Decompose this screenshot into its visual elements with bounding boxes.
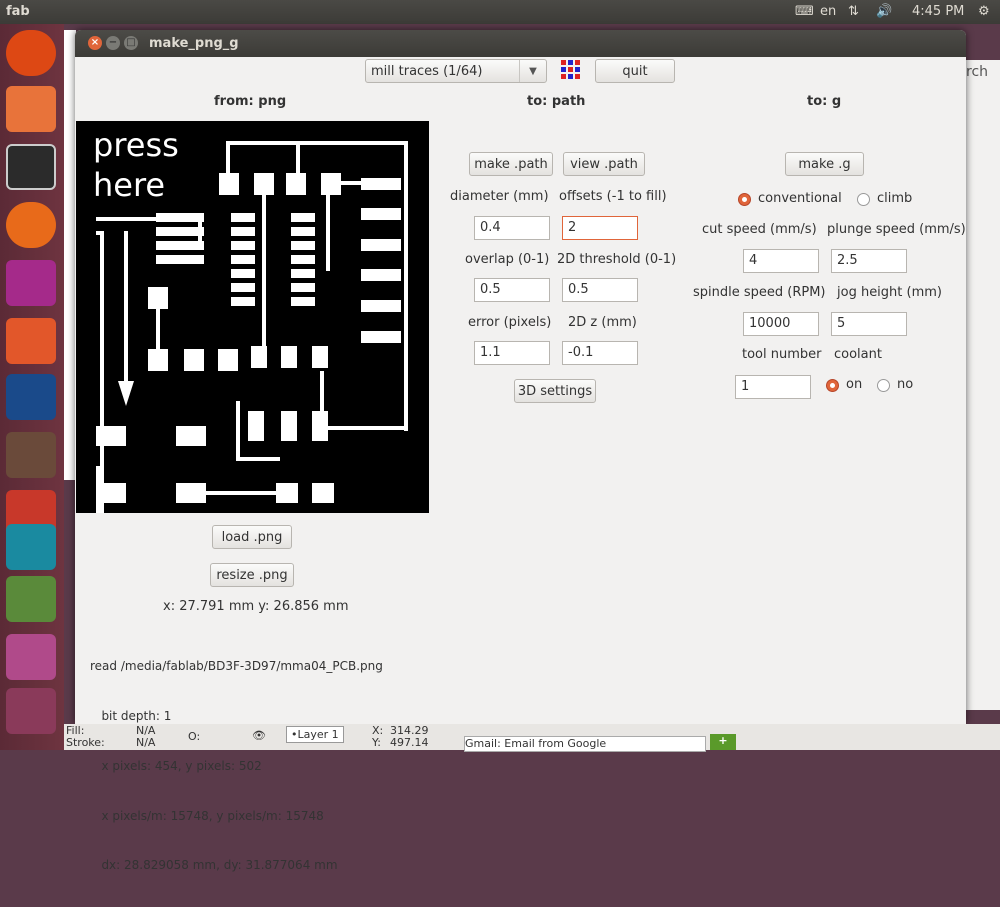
- browser-window-edge: rch: [966, 60, 1000, 710]
- coolant-no-label: no: [897, 377, 914, 392]
- coolant-no-radio[interactable]: [877, 379, 890, 392]
- threshold-field[interactable]: 0.5: [562, 278, 638, 302]
- terminal-icon[interactable]: [6, 144, 56, 190]
- error-label: error (pixels): [468, 315, 552, 330]
- search-fragment: rch: [966, 64, 989, 80]
- z-depth-label: 2D z (mm): [568, 315, 637, 330]
- overlap-label: overlap (0-1): [465, 252, 550, 267]
- conventional-label: conventional: [758, 191, 842, 206]
- launcher: [0, 24, 64, 750]
- image-dimensions: x: 27.791 mm y: 26.856 mm: [163, 599, 349, 614]
- keyboard-icon[interactable]: ⌨: [795, 4, 814, 19]
- diameter-label: diameter (mm): [450, 189, 549, 204]
- process-select-value: mill traces (1/64): [371, 64, 483, 79]
- app-icon[interactable]: [6, 318, 56, 364]
- coolant-on-radio[interactable]: [826, 379, 839, 392]
- info-line: dx: 28.829058 mm, dy: 31.877064 mm: [90, 858, 338, 873]
- title-bar: × − □ make_png_g: [75, 30, 966, 57]
- fab-logo-icon: [559, 58, 583, 82]
- load-png-button[interactable]: load .png: [212, 525, 292, 549]
- volume-icon[interactable]: 🔊: [876, 4, 892, 19]
- visibility-icon[interactable]: 👁: [252, 729, 266, 742]
- gimp-icon[interactable]: [6, 432, 56, 478]
- info-line: bit depth: 1: [90, 708, 172, 723]
- make-png-g-window: × − □ make_png_g mill traces (1/64) ▼ qu…: [75, 30, 966, 872]
- close-icon[interactable]: ×: [88, 36, 102, 50]
- spindle-speed-label: spindle speed (RPM): [693, 285, 826, 300]
- tool-number-field[interactable]: 1: [735, 375, 811, 399]
- plunge-speed-label: plunge speed (mm/s): [827, 222, 966, 237]
- process-select[interactable]: mill traces (1/64) ▼: [365, 59, 547, 83]
- make-path-button[interactable]: make .path: [469, 152, 553, 176]
- tool-number-label: tool number: [742, 347, 822, 362]
- info-line: read /media/fablab/BD3F-3D97/mma04_PCB.p…: [90, 659, 383, 674]
- background-status-strip: Fill: N/A Stroke: N/A O: 👁 •Layer 1 X: 3…: [64, 724, 1000, 752]
- cut-speed-label: cut speed (mm/s): [702, 222, 817, 237]
- offsets-field[interactable]: 2: [562, 216, 638, 240]
- browser-tab-label: Gmail: Email from Google: [465, 737, 607, 750]
- inkscape-icon[interactable]: [6, 374, 56, 420]
- spindle-speed-field[interactable]: 10000: [743, 312, 819, 336]
- new-tab-icon[interactable]: +: [710, 734, 736, 750]
- network-icon[interactable]: ⇅: [848, 4, 859, 19]
- firefox-icon[interactable]: [6, 202, 56, 248]
- climb-label: climb: [877, 191, 913, 206]
- jog-height-label: jog height (mm): [837, 285, 942, 300]
- maximize-icon[interactable]: □: [124, 36, 138, 50]
- 3d-settings-button[interactable]: 3D settings: [514, 379, 596, 403]
- cut-speed-field[interactable]: 4: [743, 249, 819, 273]
- threshold-label: 2D threshold (0-1): [557, 252, 677, 267]
- stroke-value: N/A: [136, 736, 156, 749]
- app-icon-4[interactable]: [6, 634, 56, 680]
- info-line: x pixels: 454, y pixels: 502: [90, 758, 262, 773]
- stroke-label: Stroke:: [66, 736, 105, 749]
- conventional-radio[interactable]: [738, 193, 751, 206]
- window-title: make_png_g: [149, 36, 239, 51]
- coord-y-label: Y:: [372, 736, 381, 749]
- chevron-down-icon[interactable]: ▼: [519, 60, 546, 82]
- resize-png-button[interactable]: resize .png: [210, 563, 294, 587]
- plunge-speed-field[interactable]: 2.5: [831, 249, 907, 273]
- to-g-header: to: g: [807, 94, 842, 109]
- diameter-field[interactable]: 0.4: [474, 216, 550, 240]
- coolant-on-label: on: [846, 377, 863, 392]
- keyboard-layout-indicator[interactable]: en: [820, 4, 836, 19]
- files-icon[interactable]: [6, 86, 56, 132]
- error-field[interactable]: 1.1: [474, 341, 550, 365]
- coord-y: 497.14: [390, 736, 429, 749]
- make-g-button[interactable]: make .g: [785, 152, 864, 176]
- here-text: here: [93, 166, 166, 204]
- from-png-header: from: png: [214, 94, 287, 109]
- ubuntu-dash-icon[interactable]: [6, 30, 56, 76]
- climb-radio[interactable]: [857, 193, 870, 206]
- jog-height-field[interactable]: 5: [831, 312, 907, 336]
- opacity-label: O:: [188, 730, 201, 743]
- app-icon-3[interactable]: [6, 576, 56, 622]
- settings-gear-icon[interactable]: ⚙: [978, 4, 990, 19]
- view-path-button[interactable]: view .path: [563, 152, 645, 176]
- quit-button[interactable]: quit: [595, 59, 675, 83]
- top-panel: fab ⌨ en ⇅ 🔊 4:45 PM ⚙: [0, 0, 1000, 24]
- layer-select[interactable]: •Layer 1: [286, 726, 344, 743]
- active-app-title: fab: [6, 4, 30, 19]
- info-line: x pixels/m: 15748, y pixels/m: 15748: [90, 808, 324, 823]
- pcb-image[interactable]: press here: [76, 121, 429, 513]
- to-path-header: to: path: [527, 94, 586, 109]
- press-text: press: [93, 126, 179, 164]
- minimize-icon[interactable]: −: [106, 36, 120, 50]
- z-depth-field[interactable]: -0.1: [562, 341, 638, 365]
- overlap-field[interactable]: 0.5: [474, 278, 550, 302]
- image-info: read /media/fablab/BD3F-3D97/mma04_PCB.p…: [90, 625, 383, 907]
- coolant-label: coolant: [834, 347, 882, 362]
- arduino-icon[interactable]: [6, 524, 56, 570]
- remote-desktop-icon[interactable]: [6, 260, 56, 306]
- offsets-label: offsets (-1 to fill): [559, 189, 667, 204]
- app-icon-5[interactable]: [6, 688, 56, 734]
- clock[interactable]: 4:45 PM: [912, 4, 964, 19]
